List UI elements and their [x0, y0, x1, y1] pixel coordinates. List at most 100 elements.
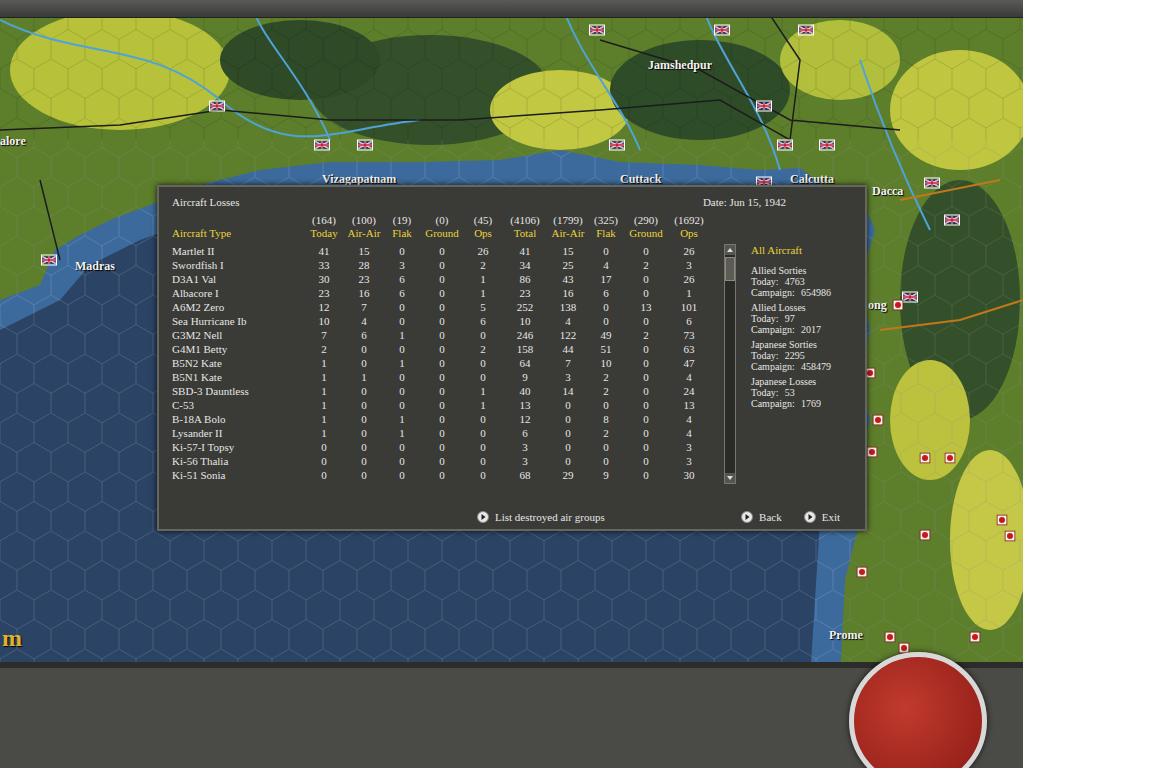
- table-row[interactable]: Albacore I23166012316601: [172, 286, 724, 300]
- column-header[interactable]: Air-Air: [344, 226, 384, 240]
- column-totals: (164)(100)(19)(0)(45)(4106)(1799)(325)(2…: [172, 214, 852, 226]
- table-row[interactable]: Swordfish I33283023425423: [172, 258, 724, 272]
- map-marker[interactable]: [997, 515, 1008, 526]
- table-row[interactable]: Ki-51 Sonia0000068299030: [172, 468, 724, 482]
- column-header[interactable]: Ops: [464, 226, 502, 240]
- table-cell: 3: [548, 370, 588, 384]
- table-cell: 0: [624, 468, 668, 482]
- column-total: (4106): [502, 214, 548, 226]
- column-header[interactable]: Flak: [384, 226, 420, 240]
- column-header[interactable]: Ground: [624, 226, 668, 240]
- japanese-unit-icon: [857, 567, 868, 578]
- map-marker[interactable]: [920, 453, 931, 464]
- map-marker[interactable]: [41, 255, 57, 266]
- top-bar: [0, 0, 1023, 18]
- map-marker[interactable]: [209, 101, 225, 112]
- map-marker[interactable]: [902, 292, 918, 303]
- table-cell: 0: [384, 342, 420, 356]
- table-row[interactable]: Lysander II1010060204: [172, 426, 724, 440]
- table-row[interactable]: B5N1 Kate1100093204: [172, 370, 724, 384]
- table-row[interactable]: G4M1 Betty200021584451063: [172, 342, 724, 356]
- table-row[interactable]: Ki-56 Thalia0000030003: [172, 454, 724, 468]
- table-cell: 12: [304, 300, 344, 314]
- table-cell: 0: [384, 398, 420, 412]
- table-row[interactable]: Ki-57-I Topsy0000030003: [172, 440, 724, 454]
- map-marker[interactable]: [857, 567, 868, 578]
- table-cell: 7: [548, 356, 588, 370]
- column-header[interactable]: Flak: [588, 226, 624, 240]
- map-marker[interactable]: [920, 530, 931, 541]
- table-cell: 7: [304, 328, 344, 342]
- table-cell: 1: [384, 328, 420, 342]
- table-row[interactable]: B5N2 Kate1010064710047: [172, 356, 724, 370]
- aircraft-type: B-18A Bolo: [172, 412, 304, 426]
- map-marker[interactable]: [609, 140, 625, 151]
- column-header[interactable]: Ground: [420, 226, 464, 240]
- table-cell: 0: [464, 454, 502, 468]
- map-marker[interactable]: [798, 25, 814, 36]
- scroll-down-icon[interactable]: [725, 473, 735, 483]
- map-marker[interactable]: [819, 140, 835, 151]
- table-cell: 17: [588, 272, 624, 286]
- map-marker[interactable]: [970, 632, 981, 643]
- table-row[interactable]: A6M2 Zero127005252138013101: [172, 300, 724, 314]
- table-cell: 0: [548, 398, 588, 412]
- allied-flag-icon: [714, 25, 730, 36]
- allied-flag-icon: [589, 25, 605, 36]
- table-cell: 0: [624, 244, 668, 258]
- table-row[interactable]: D3A1 Val3023601864317026: [172, 272, 724, 286]
- table-cell: 3: [502, 440, 548, 454]
- table-cell: 0: [588, 440, 624, 454]
- japanese-unit-icon: [867, 447, 878, 458]
- map-marker[interactable]: [924, 178, 940, 189]
- map-marker[interactable]: [756, 101, 772, 112]
- table-row[interactable]: C-53100011300013: [172, 398, 724, 412]
- list-destroyed-button[interactable]: List destroyed air groups: [477, 510, 605, 524]
- table-cell: 9: [502, 370, 548, 384]
- scroll-thumb[interactable]: [725, 257, 735, 281]
- summary-group: Allied LossesToday:97Campaign:2017: [751, 302, 831, 335]
- table-cell: 0: [548, 426, 588, 440]
- aircraft-type: B5N2 Kate: [172, 356, 304, 370]
- back-button[interactable]: Back: [741, 510, 782, 524]
- table-row[interactable]: B-18A Bolo10100120804: [172, 412, 724, 426]
- column-header[interactable]: Air-Air: [548, 226, 588, 240]
- column-header[interactable]: Ops: [668, 226, 710, 240]
- table-row[interactable]: G3M2 Nell7610024612249273: [172, 328, 724, 342]
- map-marker[interactable]: [357, 140, 373, 151]
- scrollbar[interactable]: [724, 244, 736, 484]
- aircraft-type: Lysander II: [172, 426, 304, 440]
- table-cell: 0: [384, 440, 420, 454]
- game-screen: aloreMadrasVizagapatnamCuttackJamshedpur…: [0, 0, 1152, 768]
- map-marker[interactable]: [1005, 531, 1016, 542]
- map-marker[interactable]: [589, 25, 605, 36]
- table-cell: 28: [344, 258, 384, 272]
- map-marker[interactable]: [944, 215, 960, 226]
- column-header[interactable]: Today: [304, 226, 344, 240]
- aircraft-type: SBD-3 Dauntless: [172, 384, 304, 398]
- map-marker[interactable]: [873, 415, 884, 426]
- map-marker[interactable]: [714, 25, 730, 36]
- table-row[interactable]: Martlet II4115002641150026: [172, 244, 724, 258]
- table-cell: 0: [344, 454, 384, 468]
- map-marker[interactable]: [885, 632, 896, 643]
- table-cell: 0: [344, 440, 384, 454]
- map-marker[interactable]: [945, 453, 956, 464]
- table-cell: 0: [420, 244, 464, 258]
- map-marker[interactable]: [867, 447, 878, 458]
- table-row[interactable]: SBD-3 Dauntless1000140142024: [172, 384, 724, 398]
- table-cell: 2: [588, 370, 624, 384]
- map-marker[interactable]: [314, 140, 330, 151]
- map-marker[interactable]: [777, 140, 793, 151]
- map-marker[interactable]: [893, 300, 904, 311]
- column-header[interactable]: Aircraft Type: [172, 226, 304, 240]
- japanese-unit-icon: [920, 453, 931, 464]
- table-row[interactable]: Sea Hurricane Ib104006104006: [172, 314, 724, 328]
- column-header[interactable]: Total: [502, 226, 548, 240]
- column-total: (19): [384, 214, 420, 226]
- map[interactable]: aloreMadrasVizagapatnamCuttackJamshedpur…: [0, 18, 1023, 662]
- table-cell: 4: [344, 314, 384, 328]
- table-cell: 2: [464, 258, 502, 272]
- scroll-up-icon[interactable]: [725, 245, 735, 255]
- exit-button[interactable]: Exit: [804, 510, 840, 524]
